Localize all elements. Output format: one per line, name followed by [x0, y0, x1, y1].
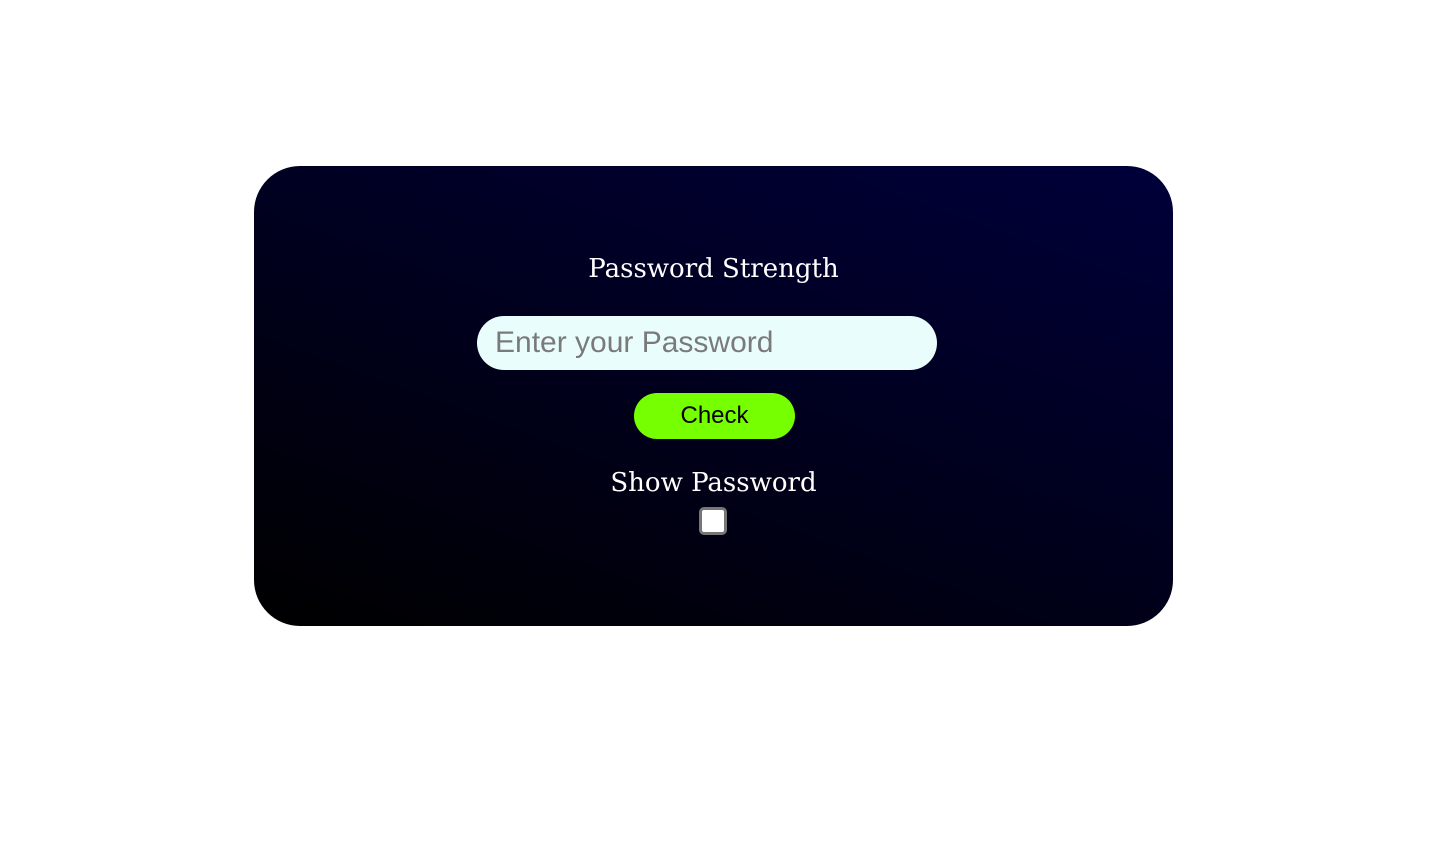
show-password-checkbox[interactable]	[699, 507, 727, 535]
password-strength-card: Password Strength Check Show Password	[254, 166, 1173, 626]
show-password-label: Show Password	[610, 468, 817, 498]
password-input[interactable]	[477, 316, 937, 370]
check-button[interactable]: Check	[634, 393, 795, 439]
card-title: Password Strength	[588, 254, 839, 284]
